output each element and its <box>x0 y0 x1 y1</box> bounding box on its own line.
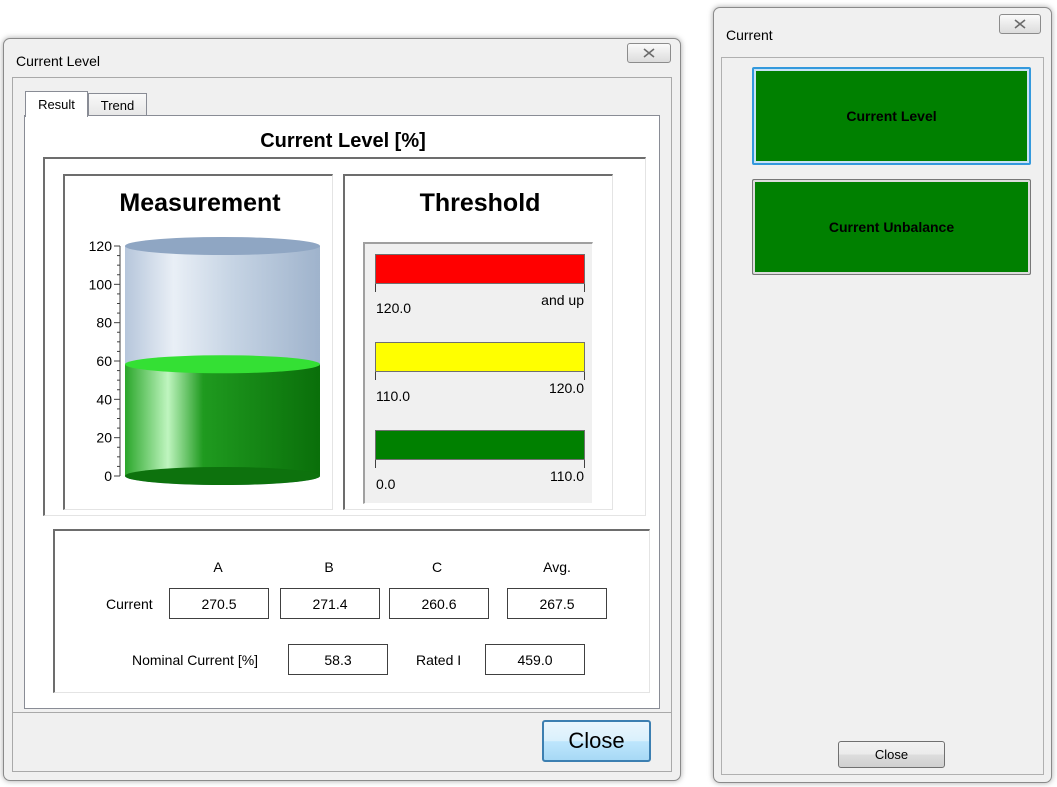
tab-result[interactable]: Result <box>25 91 88 117</box>
axis-tick-label: 40 <box>96 391 112 407</box>
cylinder-fill-bottom <box>125 467 320 485</box>
threshold-scale-green <box>375 460 585 468</box>
current-unbalance-button[interactable]: Current Unbalance <box>752 179 1031 275</box>
current-a-field: 270.5 <box>169 588 269 619</box>
tab-trend[interactable]: Trend <box>88 93 147 116</box>
result-tab-panel: Current Level [%] Measurement 120 100 80… <box>24 115 660 709</box>
axis-tick-label: 120 <box>89 238 113 254</box>
threshold-green-low: 0.0 <box>376 476 396 492</box>
cylinder-top <box>125 237 320 255</box>
nominal-current-label: Nominal Current [%] <box>132 652 259 668</box>
current-window-client: Current Level Current Unbalance Close <box>721 57 1044 775</box>
current-window-close-footer-button[interactable]: Close <box>838 741 945 768</box>
window-title: Current Level <box>16 53 101 69</box>
threshold-scale-yellow <box>375 372 585 380</box>
column-header-a: A <box>213 559 223 575</box>
readings-group: A B C Avg. Current 270.5 271.4 260.6 267… <box>53 529 650 693</box>
threshold-panel: Threshold 120.0 and up 110.0 120.0 0.0 1… <box>343 174 613 510</box>
column-header-c: C <box>431 559 443 575</box>
threshold-green-high: 110.0 <box>550 468 584 484</box>
threshold-red-low: 120.0 <box>376 300 412 316</box>
threshold-scale-red <box>375 284 585 292</box>
axis-tick-label: 60 <box>96 353 112 369</box>
current-window-title: Current <box>726 27 773 43</box>
rated-i-field: 459.0 <box>485 644 585 675</box>
column-header-b: B <box>324 559 334 575</box>
current-window-close-button[interactable] <box>999 14 1041 34</box>
threshold-bar-red <box>375 254 585 284</box>
axis-tick-label: 20 <box>96 430 112 446</box>
current-window: Current Current Level Current Unbalance … <box>713 7 1052 783</box>
close-button[interactable]: Close <box>542 720 651 762</box>
nominal-current-field: 58.3 <box>288 644 388 675</box>
current-row-label: Current <box>106 596 153 612</box>
threshold-yellow-low: 110.0 <box>376 388 410 404</box>
measurement-panel: Measurement 120 100 80 60 40 20 0 <box>63 174 333 510</box>
measurement-cylinder-gauge: 120 100 80 60 40 20 0 <box>89 237 320 485</box>
cylinder-body <box>125 237 320 485</box>
cylinder-level-fill <box>125 364 320 476</box>
current-b-field: 271.4 <box>280 588 380 619</box>
cylinder-fill-top <box>125 355 320 374</box>
client-area: Result Trend Current Level [%] Measureme… <box>12 77 672 772</box>
threshold-red-high: and up <box>541 292 584 308</box>
threshold-bar-yellow <box>375 342 585 372</box>
axis-tick-label: 100 <box>89 276 113 292</box>
current-avg-field: 267.5 <box>507 588 607 619</box>
rated-i-label: Rated I <box>416 652 462 668</box>
axis-tick-label: 0 <box>104 468 112 484</box>
axis-tick-label: 80 <box>96 315 112 331</box>
bottom-divider <box>13 712 671 713</box>
measurement-axis: 120 100 80 60 40 20 0 <box>89 238 121 484</box>
panel-title: Current Level [%] <box>260 130 426 152</box>
threshold-bar-green <box>375 430 585 460</box>
current-level-button[interactable]: Current Level <box>752 67 1031 165</box>
current-level-window: Current Level Result Trend Current Level… <box>3 38 681 781</box>
threshold-scale-box: 120.0 and up 110.0 120.0 0.0 110.0 <box>363 242 593 504</box>
close-icon <box>1014 19 1026 29</box>
measurement-title: Measurement <box>119 189 281 217</box>
threshold-yellow-high: 120.0 <box>548 380 584 396</box>
close-icon <box>643 48 655 58</box>
current-c-field: 260.6 <box>389 588 489 619</box>
column-header-avg: Avg. <box>543 559 571 575</box>
window-close-button[interactable] <box>627 43 671 63</box>
threshold-title: Threshold <box>419 189 541 217</box>
